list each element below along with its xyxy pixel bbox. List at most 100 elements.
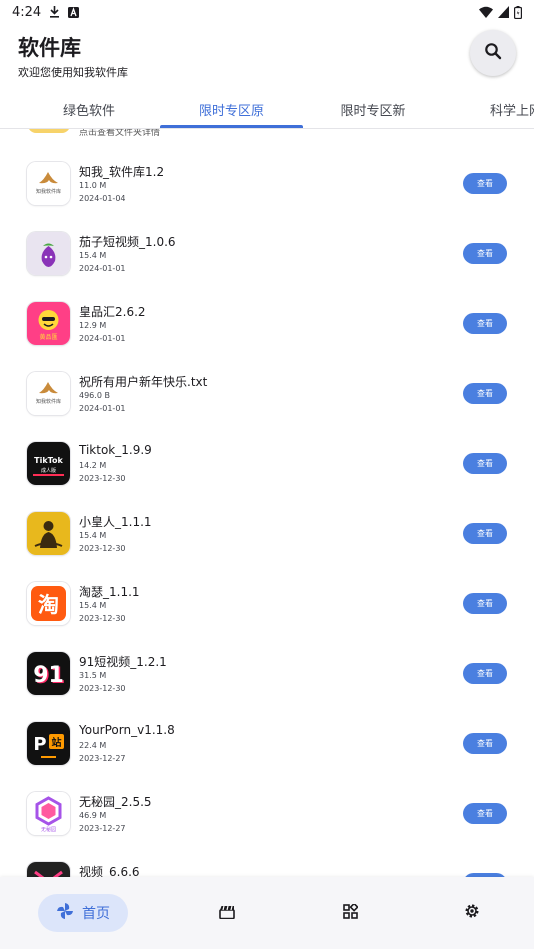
status-time: 4:24 <box>12 4 42 20</box>
xiaohuangren-icon <box>27 512 70 555</box>
list-item[interactable]: 视频_6.6.6 查看 <box>0 849 534 877</box>
svg-text:淘: 淘 <box>38 593 59 617</box>
gear-icon <box>464 903 480 923</box>
nav-video[interactable] <box>215 901 239 925</box>
search-button[interactable] <box>470 30 516 76</box>
list-item[interactable]: 知我软件库 祝所有用户新年快乐.txt 496.0 B 2024-01-01 查… <box>0 359 534 429</box>
tab-limited-original[interactable]: 限时专区原 <box>160 92 303 126</box>
app-date: 2023-12-27 <box>79 754 126 763</box>
91-icon: 91 91 <box>27 652 70 695</box>
list-item[interactable]: 知我软件库 知我_软件库1.2 11.0 M 2024-01-04 查看 <box>0 149 534 219</box>
svg-text:知我软件库: 知我软件库 <box>36 188 61 195</box>
search-icon <box>484 42 502 64</box>
view-button[interactable]: 查看 <box>463 313 507 334</box>
list-item[interactable]: P站 YourPorn_v1.1.8 22.4 M 2023-12-27 查看 <box>0 709 534 779</box>
app-size: 15.4 M <box>79 531 107 540</box>
view-button[interactable]: 查看 <box>463 383 507 404</box>
partial-item-text[interactable]: 点击查看文件夹详情 <box>79 129 160 138</box>
list-item[interactable]: 小皇人_1.1.1 15.4 M 2023-12-30 查看 <box>0 499 534 569</box>
app-size: 15.4 M <box>79 601 107 610</box>
view-button[interactable]: 查看 <box>463 663 507 684</box>
tab-bar: 绿色软件 限时专区原 限时专区新 科学上网 <box>0 92 534 129</box>
app-name: 91短视频_1.2.1 <box>79 655 167 669</box>
battery-icon <box>514 5 522 19</box>
zhiwo-icon: 知我软件库 <box>27 162 70 205</box>
nav-settings[interactable] <box>460 901 484 925</box>
wifi-icon <box>479 6 493 18</box>
yourporn-icon: P站 <box>27 722 70 765</box>
app-name: YourPorn_v1.1.8 <box>79 723 175 737</box>
svg-text:TikTok: TikTok <box>34 456 63 465</box>
svg-text:P: P <box>33 734 46 755</box>
svg-text:成人版: 成人版 <box>41 467 56 474</box>
app-size: 46.9 M <box>79 811 107 820</box>
app-date: 2023-12-27 <box>79 824 126 833</box>
app-date: 2023-12-30 <box>79 614 126 623</box>
app-name: 无秘园_2.5.5 <box>79 795 152 809</box>
app-date: 2023-12-30 <box>79 474 126 483</box>
app-size: 15.4 M <box>79 251 107 260</box>
notification-a-icon <box>68 6 80 18</box>
view-button[interactable]: 查看 <box>463 243 507 264</box>
page-subtitle: 欢迎您使用知我软件库 <box>18 66 128 79</box>
bottom-navigation: 首页 <box>0 877 534 949</box>
pinwheel-icon <box>56 902 74 924</box>
app-name: 祝所有用户新年快乐.txt <box>79 375 208 389</box>
app-list: 点击查看文件夹详情 知我软件库 知我_软件库1.2 11.0 M 2024-01… <box>0 129 534 877</box>
app-name: 小皇人_1.1.1 <box>79 515 152 529</box>
nav-home[interactable]: 首页 <box>38 894 128 932</box>
app-name: 淘瑟_1.1.1 <box>79 585 140 599</box>
app-name: 视频_6.6.6 <box>79 865 140 877</box>
app-name: Tiktok_1.9.9 <box>79 443 152 457</box>
list-item[interactable]: 无秘园 无秘园_2.5.5 46.9 M 2023-12-27 查看 <box>0 779 534 849</box>
view-button[interactable]: 查看 <box>463 453 507 474</box>
app-name: 皇品汇2.6.2 <box>79 305 146 319</box>
app-name: 茄子短视频_1.0.6 <box>79 235 176 249</box>
view-button[interactable]: 查看 <box>463 733 507 754</box>
wumiyuan-icon: 无秘园 <box>27 792 70 835</box>
status-bar: 4:24 <box>0 0 534 24</box>
view-button[interactable]: 查看 <box>463 173 507 194</box>
app-date: 2023-12-30 <box>79 684 126 693</box>
huangpinhui-icon: 黄品匯 <box>27 302 70 345</box>
eggplant-icon <box>27 232 70 275</box>
signal-icon <box>498 6 509 18</box>
list-item[interactable]: 黄品匯 皇品汇2.6.2 12.9 M 2024-01-01 查看 <box>0 289 534 359</box>
svg-text:知我软件库: 知我软件库 <box>36 398 61 405</box>
svg-text:黄品匯: 黄品匯 <box>39 333 57 341</box>
download-icon <box>49 6 60 18</box>
nav-home-label: 首页 <box>82 906 110 922</box>
tiktok-icon: TikTok 成人版 <box>27 442 70 485</box>
list-item[interactable]: 淘 淘瑟_1.1.1 15.4 M 2023-12-30 查看 <box>0 569 534 639</box>
app-size: 22.4 M <box>79 741 107 750</box>
app-size: 31.5 M <box>79 671 107 680</box>
tab-limited-new[interactable]: 限时专区新 <box>306 92 440 126</box>
tab-vpn[interactable]: 科学上网 <box>490 92 534 126</box>
list-item[interactable]: TikTok 成人版 Tiktok_1.9.9 14.2 M 2023-12-30… <box>0 429 534 499</box>
tab-green-software[interactable]: 绿色软件 <box>22 92 156 126</box>
app-date: 2024-01-01 <box>79 404 126 413</box>
tab-indicator <box>160 125 303 128</box>
page-title: 软件库 <box>18 36 81 60</box>
nav-apps[interactable] <box>338 901 362 925</box>
list-item[interactable]: 91 91 91短视频_1.2.1 31.5 M 2023-12-30 查看 <box>0 639 534 709</box>
video-app-icon <box>27 862 70 877</box>
view-button[interactable]: 查看 <box>463 523 507 544</box>
app-name: 知我_软件库1.2 <box>79 165 165 179</box>
app-date: 2023-12-30 <box>79 544 126 553</box>
app-size: 12.9 M <box>79 321 107 330</box>
zhiwo-icon: 知我软件库 <box>27 372 70 415</box>
app-date: 2024-01-04 <box>79 194 126 203</box>
svg-text:站: 站 <box>52 736 62 749</box>
grid-icon <box>342 901 359 923</box>
app-header: 软件库 欢迎您使用知我软件库 <box>0 24 534 90</box>
app-size: 11.0 M <box>79 181 107 190</box>
app-size: 14.2 M <box>79 461 107 470</box>
taose-icon: 淘 <box>27 582 70 625</box>
view-button[interactable]: 查看 <box>463 593 507 614</box>
clapperboard-icon <box>219 904 235 923</box>
folder-icon <box>28 129 70 133</box>
list-item[interactable]: 茄子短视频_1.0.6 15.4 M 2024-01-01 查看 <box>0 219 534 289</box>
view-button[interactable]: 查看 <box>463 803 507 824</box>
app-date: 2024-01-01 <box>79 334 126 343</box>
